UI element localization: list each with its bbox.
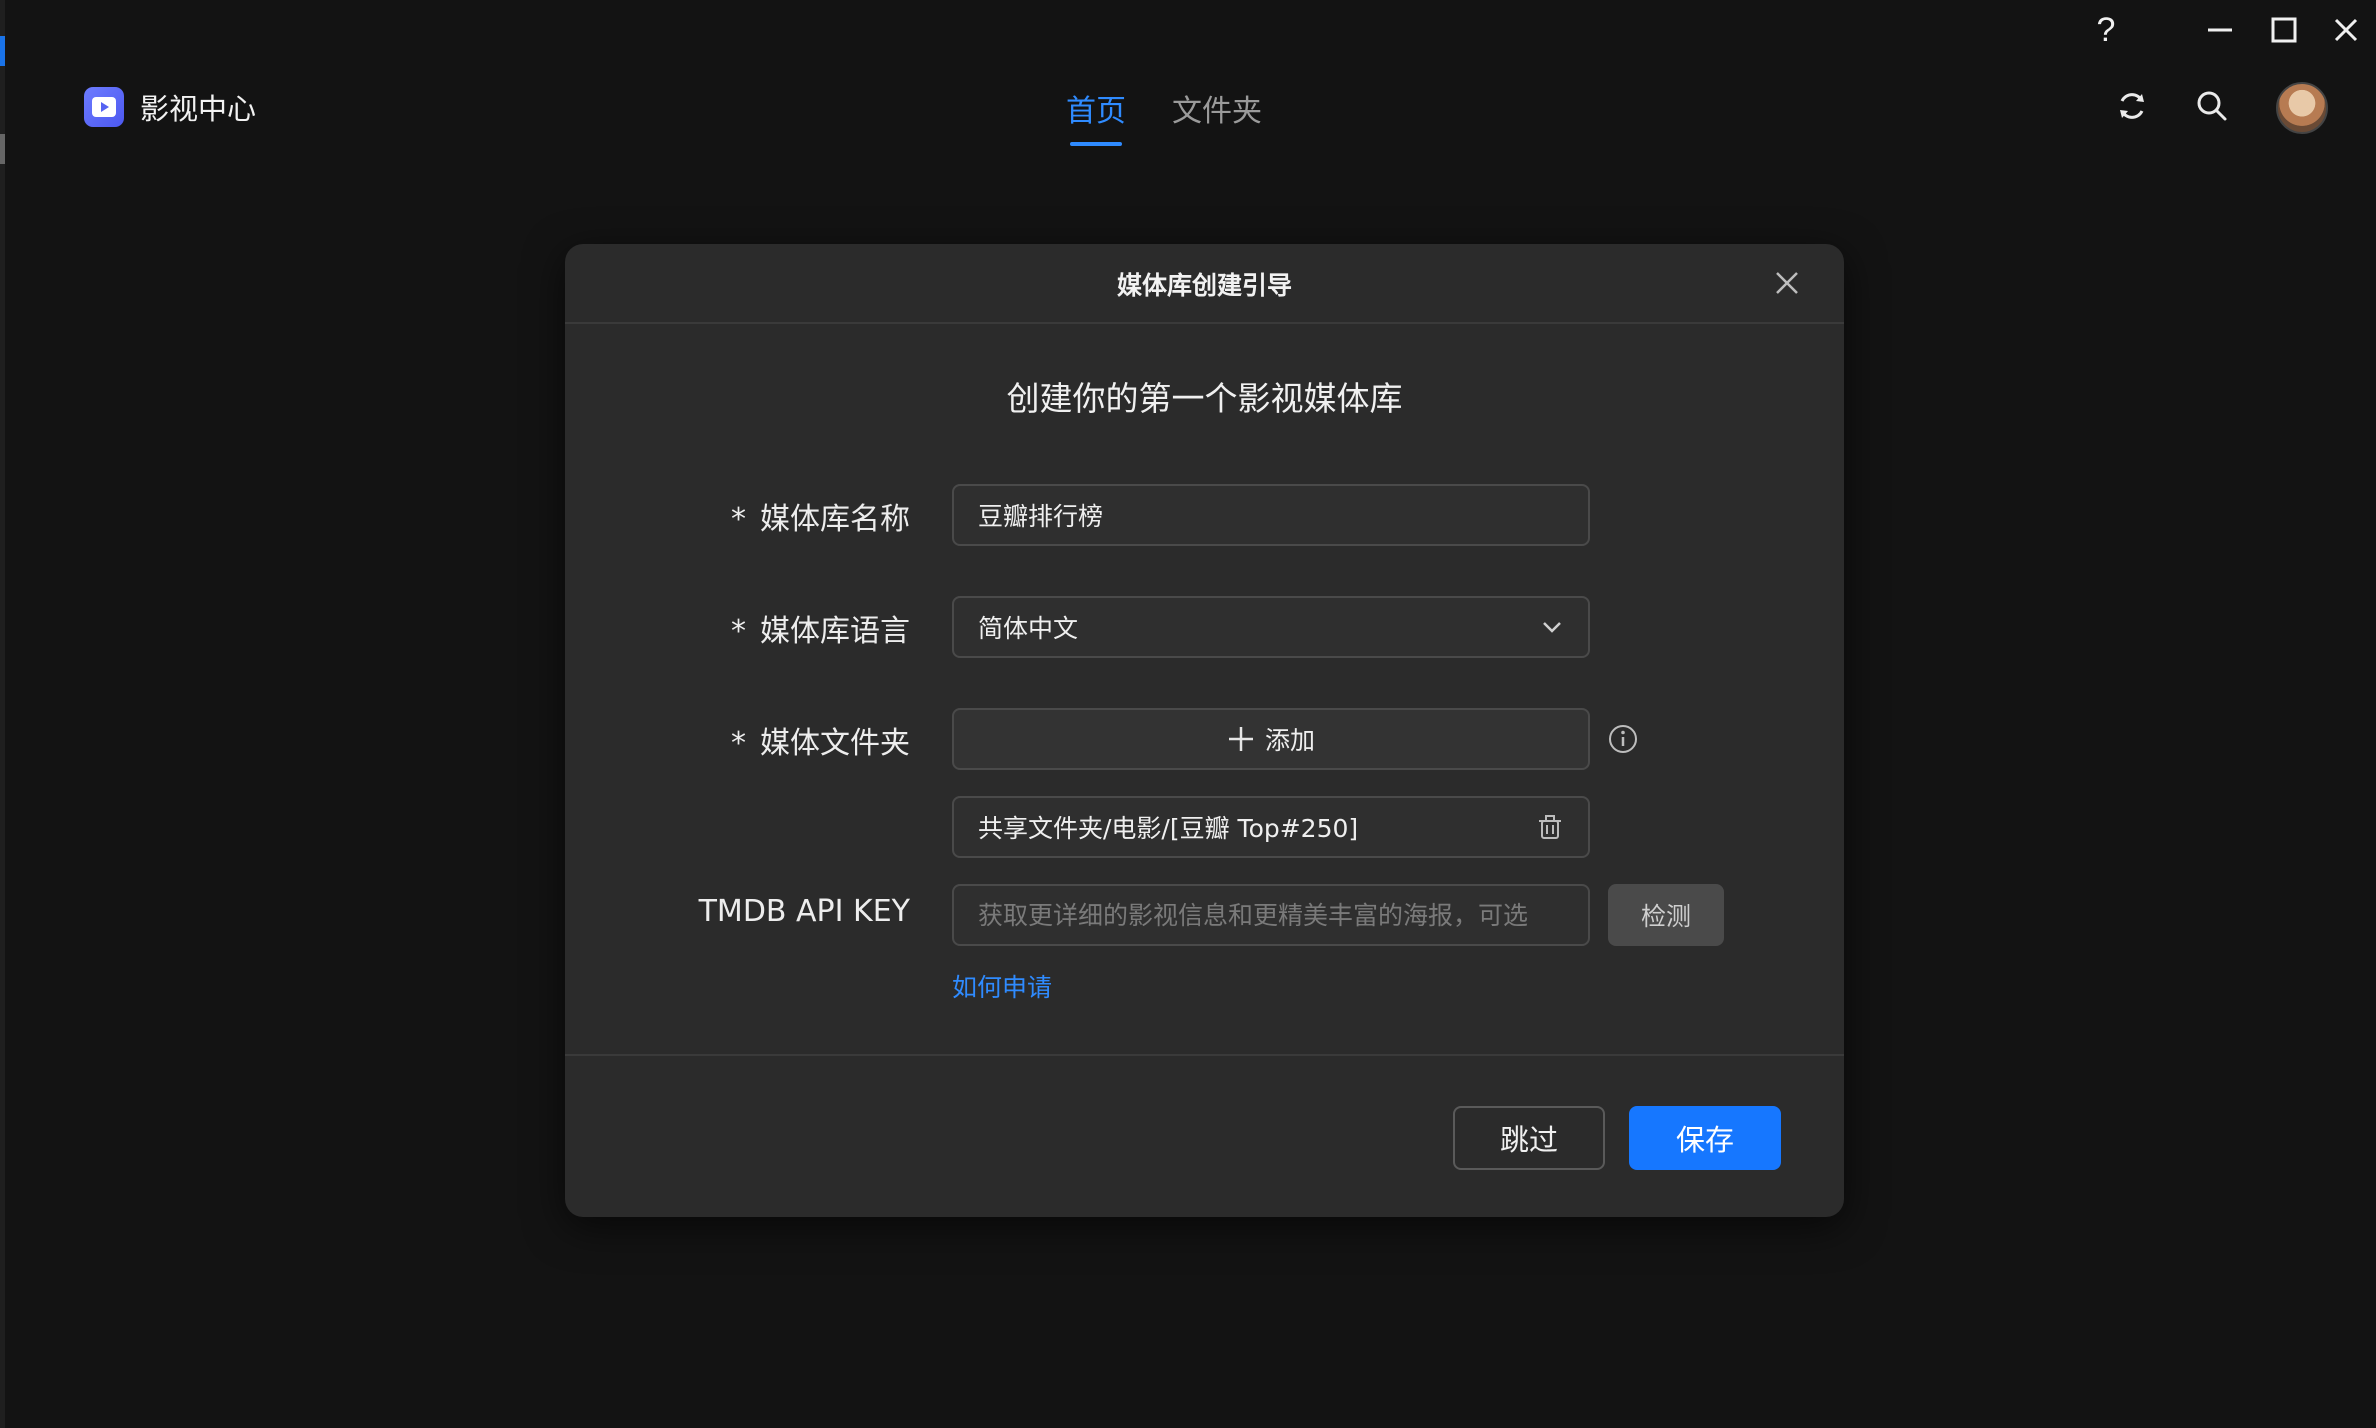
user-avatar[interactable] [2276,82,2328,134]
library-name-field[interactable] [952,484,1590,546]
how-to-apply-link[interactable]: 如何申请 [952,968,1052,1004]
dialog-subtitle: 创建你的第一个影视媒体库 [1006,379,1403,418]
library-language-value: 简体中文 [978,614,1079,643]
plus-icon [1228,727,1253,751]
dialog-close-button[interactable] [1770,266,1804,300]
folder-path-text: 共享文件夹/电影/[豆瓣 Top#250] [978,814,1359,843]
sync-icon[interactable] [2112,86,2152,126]
media-folder-label-text: 媒体文件夹 [760,726,910,761]
tmdb-api-key-input[interactable] [978,900,1564,930]
tab-home[interactable]: 首页 [1066,86,1126,146]
left-edge-marker [0,134,5,164]
tmdb-api-key-label: TMDB API KEY [698,894,910,929]
app-brand: 影视中心 [84,86,256,128]
maximize-button[interactable] [2264,10,2304,50]
required-mark: * [731,614,746,649]
app-window: ? 影视中心 首页 文件夹 媒体库创建引导 创建你的第一个影视媒体库 * 媒体库… [0,0,2376,1428]
add-folder-label: 添加 [1264,726,1315,755]
help-button[interactable]: ? [2086,10,2126,50]
library-language-label-text: 媒体库语言 [760,614,910,649]
library-name-input[interactable] [978,500,1564,530]
save-button[interactable]: 保存 [1629,1106,1781,1170]
app-logo-icon [84,87,124,127]
folder-path-item: 共享文件夹/电影/[豆瓣 Top#250] [952,796,1590,858]
required-mark: * [731,502,746,537]
main-nav: 首页 文件夹 [1066,86,1308,146]
maximize-icon [2271,17,2297,43]
media-library-guide-dialog: 媒体库创建引导 创建你的第一个影视媒体库 *媒体库名称 *媒体库语言 简体中文 … [565,244,1844,1217]
library-language-label: * 媒体库语言 [731,606,910,650]
media-folder-label: * 媒体文件夹 [731,718,910,762]
dialog-footer: 跳过 保存 [565,1054,1844,1219]
dialog-header: 媒体库创建引导 [565,244,1844,324]
library-language-select[interactable]: 简体中文 [952,596,1590,658]
add-folder-button[interactable]: 添加 [952,708,1590,770]
left-edge-indicator [0,36,5,66]
close-icon [1776,272,1798,294]
library-name-label: * 媒体库名称 [731,494,910,538]
required-mark: * [731,726,746,761]
tab-folders[interactable]: 文件夹 [1172,86,1262,140]
search-icon[interactable] [2192,86,2232,126]
skip-button[interactable]: 跳过 [1453,1106,1605,1170]
close-icon [2334,18,2358,42]
info-icon[interactable] [1606,722,1640,756]
minimize-button[interactable] [2200,10,2240,50]
left-edge-strip [0,0,5,1428]
library-name-label-text: 媒体库名称 [760,502,910,537]
app-title: 影视中心 [140,92,257,126]
dialog-title: 媒体库创建引导 [1116,271,1292,300]
tmdb-api-key-field[interactable] [952,884,1590,946]
chevron-down-icon [1543,622,1561,633]
minimize-icon [2208,28,2232,32]
trash-icon[interactable] [1536,813,1564,841]
window-close-button[interactable] [2326,10,2366,50]
detect-button[interactable]: 检测 [1608,884,1724,946]
